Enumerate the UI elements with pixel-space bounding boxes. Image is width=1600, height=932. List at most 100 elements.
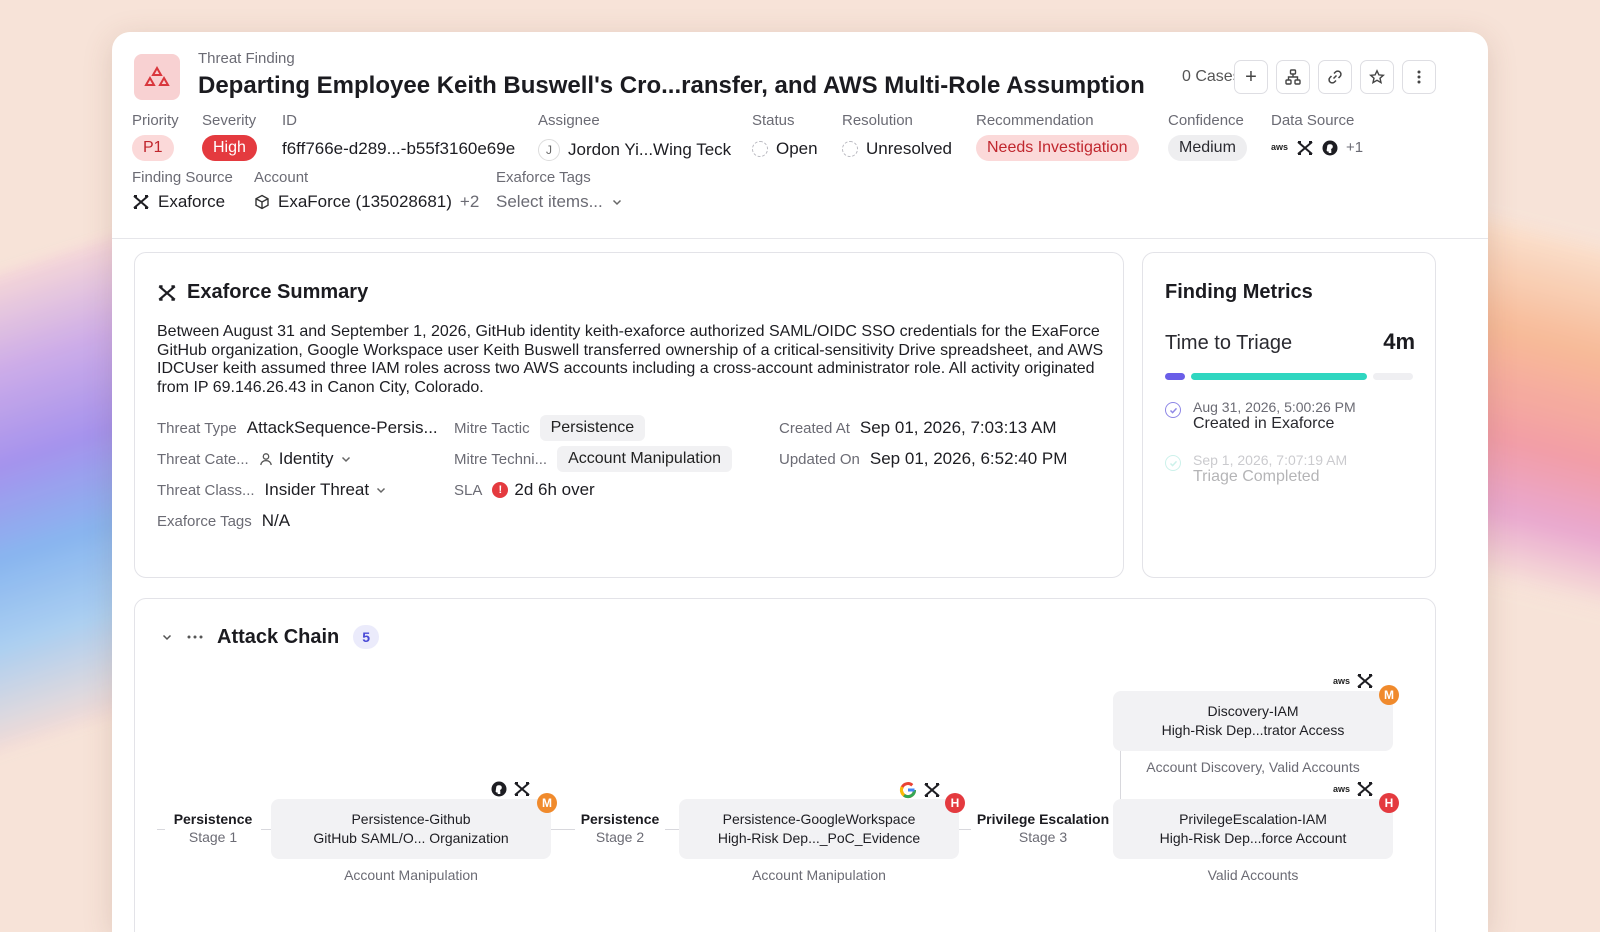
node-technique: Account Manipulation	[344, 867, 478, 883]
timeline-date: Aug 31, 2026, 5:00:26 PM	[1193, 399, 1356, 415]
threat-category-value: Identity	[278, 449, 334, 468]
summary-text: Between August 31 and September 1, 2026,…	[157, 323, 1104, 396]
account-selector[interactable]: ExaForce (135028681) +2	[254, 192, 479, 212]
mitre-technique-tag[interactable]: Account Manipulation	[557, 446, 733, 472]
stage-subtitle: Stage 1	[188, 829, 238, 845]
node-subtitle: High-Risk Dep..._PoC_Evidence	[717, 830, 921, 846]
exaforce-icon	[1357, 674, 1373, 688]
attack-chain-count: 5	[353, 625, 380, 649]
page-title: Departing Employee Keith Buswell's Cro..…	[198, 72, 1145, 99]
timeline-text: Created in Exaforce	[1193, 415, 1335, 432]
threat-class-value: Insider Threat	[264, 480, 370, 499]
status-open-icon	[752, 141, 768, 157]
exaforce-icon	[1297, 140, 1313, 155]
more-horizontal-icon[interactable]	[187, 635, 203, 639]
threat-type-label: Threat Type	[157, 419, 237, 437]
id-value[interactable]: f6ff766e-d289...-b55f3160e69e	[282, 139, 515, 159]
copy-link-button[interactable]	[1318, 60, 1352, 94]
severity-label: Severity	[202, 112, 257, 129]
aws-icon: aws	[1333, 675, 1351, 686]
favorite-button[interactable]	[1360, 60, 1394, 94]
threat-category-label: Threat Cate...	[157, 450, 249, 468]
attack-chain-node[interactable]: Persistence-Github GitHub SAML/O... Orga…	[271, 799, 551, 859]
updated-on-row: Updated On Sep 01, 2026, 6:52:40 PM	[779, 449, 1067, 469]
chevron-down-icon	[377, 487, 386, 494]
data-source-extra[interactable]: +1	[1346, 139, 1363, 156]
threat-type-row: Threat Type AttackSequence-Persis...	[157, 418, 438, 438]
resolution-selector[interactable]: Unresolved	[842, 139, 952, 159]
updated-on-value: Sep 01, 2026, 6:52:40 PM	[869, 449, 1068, 468]
node-technique: Valid Accounts	[1207, 867, 1299, 883]
cases-count[interactable]: 0 Cases	[1182, 68, 1241, 86]
exaforce-icon	[133, 195, 149, 209]
mitre-tactic-tag[interactable]: Persistence	[539, 415, 646, 441]
node-subtitle: High-Risk Dep...force Account	[1159, 830, 1347, 846]
link-icon	[1328, 70, 1342, 84]
summary-tags-value: N/A	[261, 511, 291, 530]
graph-button[interactable]	[1276, 60, 1310, 94]
sla-warning-icon: !	[492, 482, 509, 498]
assignee-selector[interactable]: J Jordon Yi...Wing Teck	[538, 139, 731, 161]
threat-class-row: Threat Class... Insider Threat	[157, 480, 387, 500]
attack-chain-header: Attack Chain 5	[161, 625, 380, 649]
status-selector[interactable]: Open	[752, 139, 818, 159]
user-icon	[259, 453, 272, 466]
assignee-field: Assignee J Jordon Yi...Wing Teck	[538, 112, 731, 161]
threat-category-select[interactable]: Identity	[259, 449, 352, 469]
updated-on-label: Updated On	[779, 450, 860, 468]
priority-badge[interactable]: P1	[132, 135, 174, 161]
assignee-label: Assignee	[538, 112, 600, 129]
chevron-down-icon	[341, 456, 350, 463]
severity-badge-high: H	[1379, 793, 1399, 813]
exaforce-icon	[158, 284, 176, 301]
severity-badge[interactable]: High	[202, 135, 257, 161]
timeline-item: Aug 31, 2026, 5:00:26 PM Created in Exaf…	[1165, 399, 1356, 433]
account-label: Account	[254, 169, 309, 186]
stage-title: Persistence	[173, 811, 253, 827]
attack-chain-node[interactable]: Discovery-IAM High-Risk Dep...trator Acc…	[1113, 691, 1393, 751]
severity-badge-high: H	[945, 793, 965, 813]
node-title: Discovery-IAM	[1207, 703, 1299, 719]
priority-label: Priority	[132, 112, 179, 129]
node-technique: Account Discovery, Valid Accounts	[1146, 759, 1360, 775]
sla-row: SLA ! 2d 6h over	[454, 480, 595, 500]
recommendation-badge[interactable]: Needs Investigation	[976, 135, 1139, 161]
github-icon	[491, 781, 507, 797]
stage-label: Privilege Escalation Stage 3	[971, 811, 1115, 845]
severity-field: Severity High	[202, 112, 257, 161]
time-to-triage-label: Time to Triage	[1165, 332, 1293, 354]
finding-source-label: Finding Source	[132, 169, 233, 186]
mitre-technique-row: Mitre Techni... Account Manipulation	[454, 446, 733, 472]
severity-badge-medium: M	[1379, 685, 1399, 705]
timeline-date: Sep 1, 2026, 7:07:19 AM	[1193, 452, 1348, 468]
threat-class-select[interactable]: Insider Threat	[265, 480, 388, 500]
plus-icon: +	[1245, 66, 1257, 88]
triage-bar-main	[1191, 373, 1367, 380]
check-circle-icon	[1165, 402, 1181, 418]
sla-label: SLA	[454, 481, 483, 499]
more-options-button[interactable]	[1402, 60, 1436, 94]
attack-chain-card: Attack Chain 5 Persistence Stage 1 Persi…	[134, 598, 1436, 932]
exaforce-tags-field: Exaforce Tags Select items...	[496, 169, 623, 212]
recommendation-label: Recommendation	[976, 112, 1094, 129]
cube-icon	[255, 194, 269, 210]
kebab-menu-icon	[1417, 70, 1421, 84]
account-field: Account ExaForce (135028681) +2	[254, 169, 479, 212]
finding-window: Threat Finding Departing Employee Keith …	[112, 32, 1488, 932]
attack-chain-node[interactable]: Persistence-GoogleWorkspace High-Risk De…	[679, 799, 959, 859]
timeline-item: Sep 1, 2026, 7:07:19 AM Triage Completed	[1165, 452, 1347, 486]
resolution-value: Unresolved	[866, 139, 952, 158]
attack-chain-node[interactable]: PrivilegeEscalation-IAM High-Risk Dep...…	[1113, 799, 1393, 859]
exaforce-summary-card: Exaforce Summary Between August 31 and S…	[134, 252, 1124, 578]
exaforce-tags-label: Exaforce Tags	[496, 169, 591, 186]
chevron-down-icon[interactable]	[161, 631, 173, 643]
exaforce-tags-select[interactable]: Select items...	[496, 192, 623, 212]
timeline-text: Triage Completed	[1193, 468, 1320, 485]
confidence-badge[interactable]: Medium	[1168, 135, 1247, 161]
add-button[interactable]: +	[1234, 60, 1268, 94]
data-source-field: Data Source aws +1	[1271, 112, 1363, 156]
node-source-icons: aws	[1333, 781, 1374, 797]
attack-chain-title: Attack Chain	[217, 625, 340, 648]
node-title: Persistence-GoogleWorkspace	[722, 811, 916, 827]
node-title: PrivilegeEscalation-IAM	[1179, 811, 1327, 827]
